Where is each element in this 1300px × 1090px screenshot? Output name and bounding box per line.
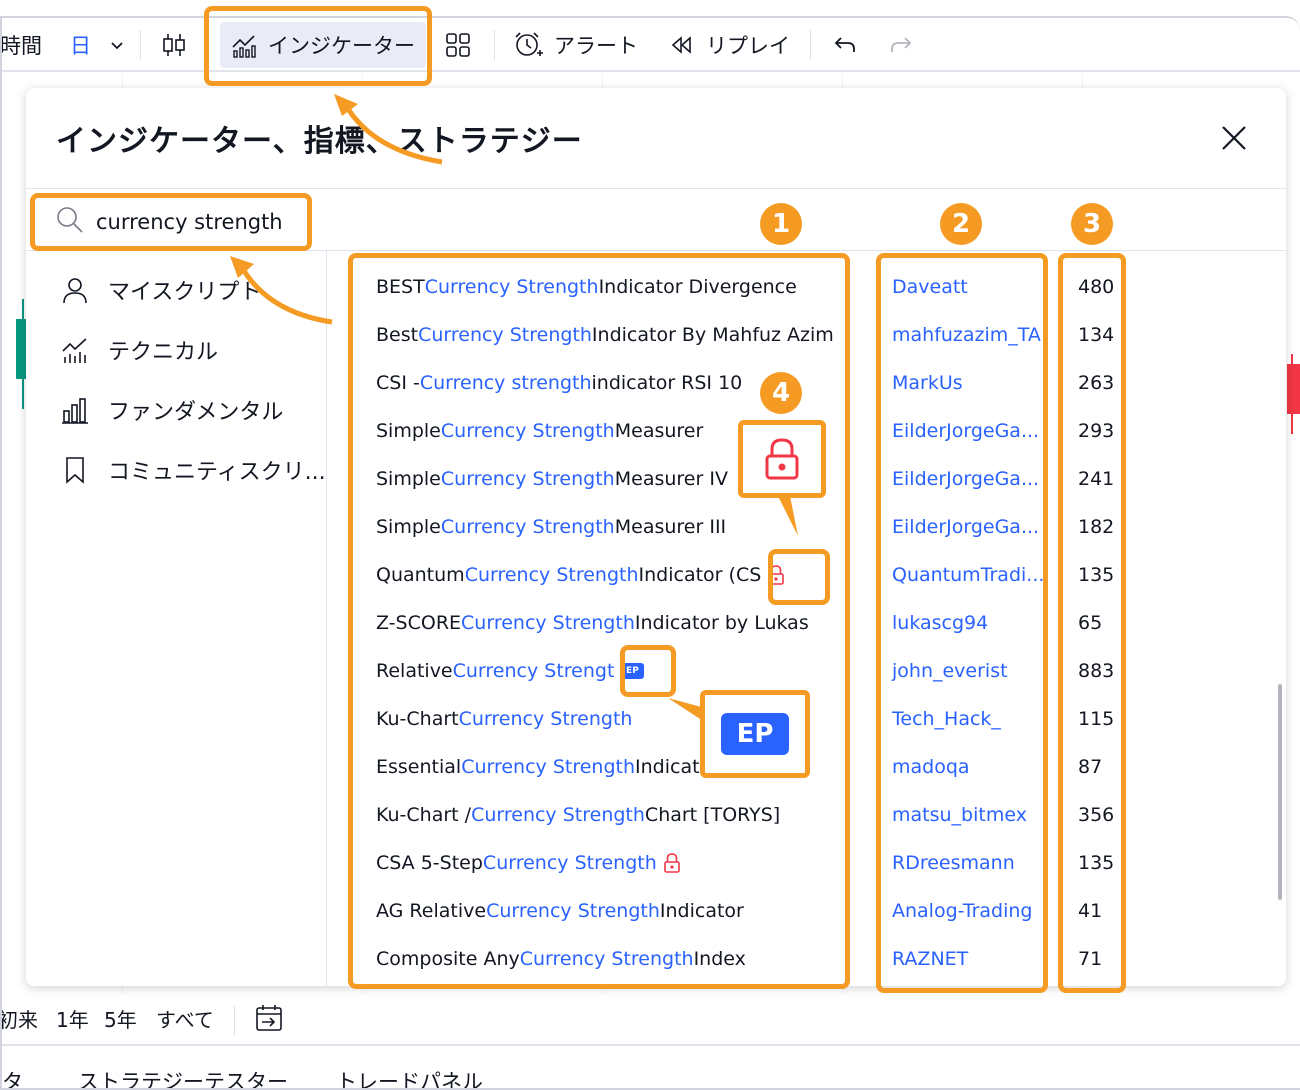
annotation-number-1: 1 [760,203,802,245]
technicals-icon [62,338,87,363]
annotation-number-4: 4 [760,372,802,414]
interval-dropdown[interactable]: 日 [70,18,125,72]
sidebar-item-fundamentals[interactable]: ファンダメンタル [60,390,283,430]
sidebar-item-label: ファンダメンタル [108,400,284,425]
ep-badge-large: EP [721,713,789,755]
grid-layout-icon [446,33,470,57]
undo-icon [834,37,855,52]
top-toolbar: 時間 日 インジケーター アラート リプレイ [2,18,1300,72]
arrow-to-search [230,256,333,325]
sidebar-item-technicals[interactable]: テクニカル [60,330,218,370]
arrow-to-indicators [334,94,443,165]
lock-icon [765,438,799,480]
range-ytd[interactable]: 初来 [2,1004,38,1033]
lock-callout [738,420,826,498]
replay-button[interactable]: リプレイ [668,18,790,72]
tab-trading-panel[interactable]: トレードパネル [336,1066,483,1088]
annotation-counts-column [1058,253,1126,993]
annotation-titles-column [348,253,850,989]
chevron-down-icon [111,42,123,50]
alert-label: アラート [554,34,638,58]
redo-button[interactable] [888,18,914,72]
annotation-search [30,193,312,251]
range-all[interactable]: すべて [156,1004,214,1033]
dialog-title: インジケーター、指標、ストラテジー [56,124,583,159]
sidebar-item-label: テクニカル [108,340,219,365]
annotation-lock-badge [768,549,830,605]
chart-candle-right [1287,354,1300,434]
bookmark-icon [66,457,84,484]
annotation-number-3: 3 [1071,203,1113,245]
sidebar-item-community-scripts[interactable]: コミュニティスクリ... [60,450,326,490]
bar-chart-icon [62,398,88,424]
sidebar-item-label: コミュニティスクリ... [108,460,326,485]
tab-partial[interactable]: タ [2,1066,23,1088]
interval-value: 日 [70,34,91,58]
layout-button[interactable] [444,18,472,72]
timeframe-button[interactable]: 時間 [2,18,42,72]
user-icon [63,278,87,304]
replay-label: リプレイ [706,34,790,58]
annotation-authors-column [876,253,1048,993]
annotation-number-2: 2 [940,203,982,245]
chart-type-button[interactable] [160,18,188,72]
range-5y[interactable]: 5年 [104,1004,137,1033]
range-bar: 初来 1年 5年 すべて [2,994,1300,1044]
redo-icon [891,37,912,52]
lock-callout-pointer [778,496,798,536]
bottom-panel-tabs: タ ストラテジーテスター トレードパネル [2,1044,1300,1088]
alert-button[interactable]: アラート [512,18,638,72]
annotation-indicators-button [204,6,432,86]
undo-button[interactable] [832,18,858,72]
tab-strategy-tester[interactable]: ストラテジーテスター [78,1066,288,1088]
ep-callout: EP [700,690,810,778]
annotation-ep-badge [620,645,676,697]
date-range-icon[interactable] [254,1002,284,1034]
candlestick-icon [163,34,185,56]
rewind-icon [671,36,691,54]
results-scrollbar[interactable] [1278,684,1282,900]
close-icon[interactable] [1218,122,1250,154]
timeframe-label: 時間 [0,34,42,58]
range-1y[interactable]: 1年 [56,1004,89,1033]
alarm-clock-icon [515,32,543,56]
